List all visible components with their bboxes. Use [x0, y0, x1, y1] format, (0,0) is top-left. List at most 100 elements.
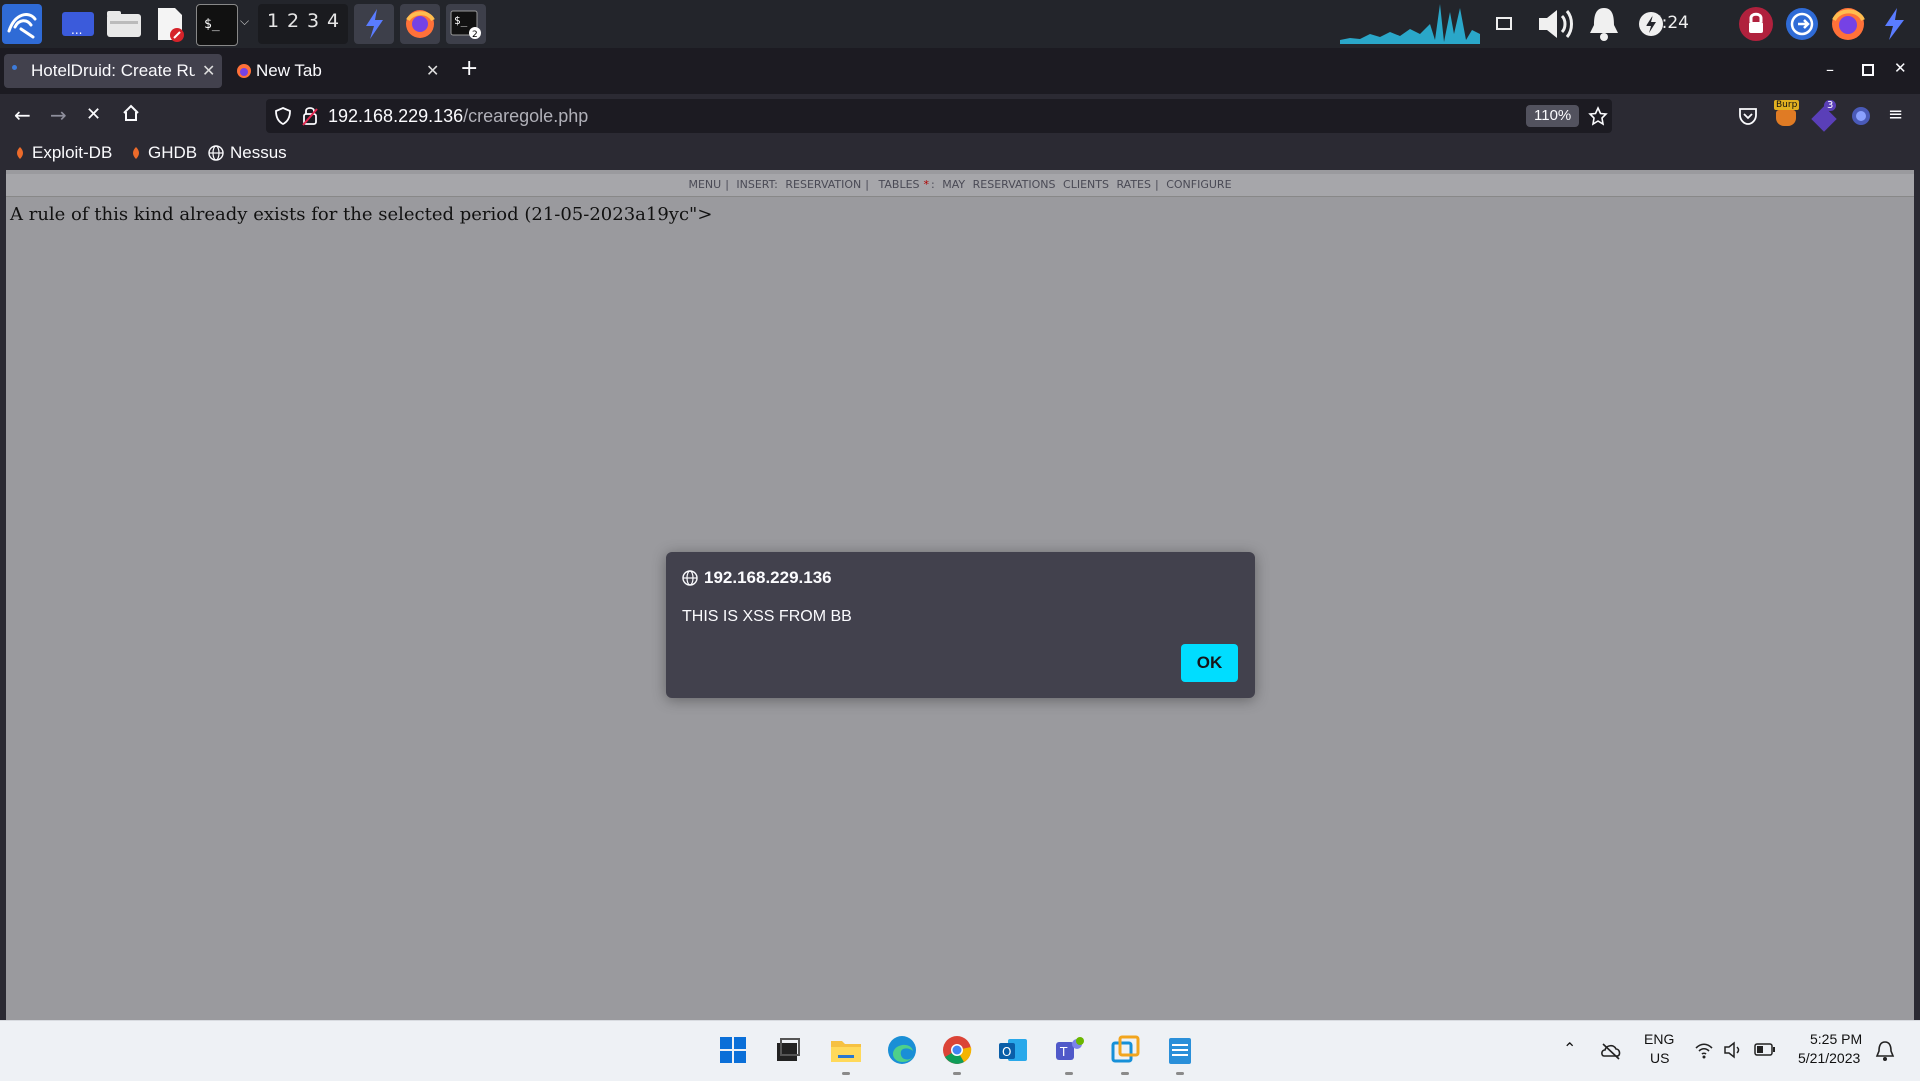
- menu-link[interactable]: MENU: [688, 178, 721, 191]
- teams-icon[interactable]: T: [1052, 1033, 1086, 1067]
- tab-title: HotelDruid: Create Ru: [31, 61, 195, 80]
- url-text[interactable]: 192.168.229.136/crearegole.php: [328, 106, 588, 127]
- browser-tab-strip: HotelDruid: Create Ru ✕ New Tab ✕ + – ✕: [0, 48, 1920, 94]
- chrome-icon[interactable]: [940, 1033, 974, 1067]
- exploit-db-icon: [17, 147, 23, 159]
- terminal-root-icon[interactable]: $_ 2: [446, 4, 486, 44]
- extension-icon[interactable]: 3: [1811, 100, 1838, 132]
- chevron-up-icon[interactable]: ⌃: [1563, 1039, 1576, 1059]
- terminal-icon[interactable]: $_: [196, 4, 238, 46]
- edge-icon[interactable]: [885, 1033, 919, 1067]
- window-minimize-icon[interactable]: –: [1826, 60, 1834, 79]
- url-path: /crearegole.php: [463, 106, 589, 126]
- zoom-level-badge[interactable]: 110%: [1526, 105, 1580, 127]
- chevron-down-icon[interactable]: ⌵: [240, 14, 249, 29]
- notepad-icon[interactable]: [1163, 1033, 1197, 1067]
- remote-desktop-icon[interactable]: [1108, 1033, 1142, 1067]
- taskbar-date[interactable]: 5/21/2023: [1798, 1050, 1860, 1066]
- configure-link[interactable]: CONFIGURE: [1166, 178, 1231, 191]
- tab-close-icon[interactable]: ✕: [202, 61, 215, 81]
- hamburger-menu-icon[interactable]: ≡: [1888, 104, 1903, 125]
- workspace-2[interactable]: 2: [287, 10, 299, 32]
- home-icon[interactable]: [122, 104, 140, 126]
- file-manager-icon[interactable]: [104, 4, 144, 44]
- new-tab-plus-icon[interactable]: +: [460, 56, 478, 81]
- taskbar-time[interactable]: 5:25 PM: [1810, 1031, 1862, 1047]
- file-explorer-icon[interactable]: [829, 1033, 863, 1067]
- running-indicator: [953, 1072, 961, 1075]
- clients-link[interactable]: CLIENTS: [1063, 178, 1109, 191]
- bookmark-exploit-db[interactable]: Exploit-DB: [14, 143, 112, 163]
- reservation-link[interactable]: RESERVATION: [785, 178, 861, 191]
- volume-icon[interactable]: [1534, 0, 1578, 48]
- tables-label: TABLES: [878, 178, 920, 191]
- tables-link[interactable]: TABLES *:: [877, 178, 935, 191]
- window-maximize-icon[interactable]: [1862, 64, 1874, 76]
- running-indicator: [1065, 1072, 1073, 1075]
- workspace-3[interactable]: 3: [307, 10, 319, 32]
- stop-loading-icon[interactable]: ✕: [86, 104, 101, 126]
- notifications-bell-icon[interactable]: [1584, 0, 1624, 48]
- month-link[interactable]: MAY: [942, 178, 965, 191]
- burp-suite-icon[interactable]: [354, 4, 394, 44]
- logout-icon[interactable]: [1782, 0, 1822, 48]
- burp-extension-icon[interactable]: Burp: [1774, 100, 1800, 130]
- tables-marker: *: [923, 178, 930, 191]
- vpn-extension-icon[interactable]: [1850, 105, 1872, 127]
- task-view-icon[interactable]: [771, 1033, 805, 1067]
- forward-arrow-icon[interactable]: →: [50, 104, 67, 126]
- show-desktop-icon[interactable]: ...: [58, 4, 98, 44]
- outlook-icon[interactable]: O: [996, 1033, 1030, 1067]
- bookmark-nessus[interactable]: Nessus: [208, 143, 287, 163]
- onedrive-offline-icon[interactable]: [1600, 1041, 1622, 1061]
- network-graph: [1340, 4, 1480, 44]
- rates-link[interactable]: RATES: [1116, 178, 1151, 191]
- firefox-icon[interactable]: [400, 4, 440, 44]
- back-arrow-icon[interactable]: ←: [14, 104, 31, 126]
- tab-new-tab[interactable]: New Tab ✕: [228, 54, 446, 88]
- running-indicator: [1176, 1072, 1184, 1075]
- workspace-4[interactable]: 4: [327, 10, 339, 32]
- browser-navigation-bar: ← → ✕ 192.168.229.136/crearegole.php 110…: [0, 94, 1920, 138]
- firefox-favicon-icon: [237, 64, 251, 78]
- browser-frame-right: [1914, 170, 1920, 1020]
- battery-icon[interactable]: [1754, 1043, 1776, 1057]
- bookmark-ghdb[interactable]: GHDB: [130, 143, 197, 163]
- alert-message: THIS IS XSS FROM BB: [682, 608, 852, 625]
- running-indicator: [842, 1072, 850, 1075]
- burp-launcher-icon[interactable]: [1874, 0, 1914, 48]
- language-indicator[interactable]: ENG: [1644, 1031, 1674, 1047]
- bookmark-label: Exploit-DB: [32, 143, 113, 162]
- tab-hoteldruid[interactable]: HotelDruid: Create Ru ✕: [4, 54, 222, 88]
- kali-menu-icon[interactable]: [2, 4, 42, 44]
- speaker-icon[interactable]: [1723, 1041, 1743, 1059]
- bookmark-label: GHDB: [148, 143, 198, 162]
- kali-top-panel: ... $_ ⌵ 1 2 3 4 $_ 2 17:24: [0, 0, 1920, 48]
- insecure-lock-icon[interactable]: [302, 106, 318, 126]
- lock-screen-icon[interactable]: [1736, 0, 1776, 48]
- bookmark-star-icon[interactable]: [1588, 106, 1608, 126]
- workspace-1[interactable]: 1: [267, 10, 279, 32]
- url-bar[interactable]: 192.168.229.136/crearegole.php 110%: [266, 99, 1612, 133]
- tab-close-icon[interactable]: ✕: [426, 61, 439, 81]
- start-button-icon[interactable]: [716, 1033, 750, 1067]
- firefox-launcher-icon[interactable]: [1828, 0, 1868, 48]
- globe-icon: [682, 570, 698, 586]
- xss-alert-dialog: 192.168.229.136 THIS IS XSS FROM BB OK: [666, 552, 1255, 698]
- pocket-icon[interactable]: [1738, 106, 1758, 126]
- bookmark-label: Nessus: [230, 143, 287, 162]
- screenshot-icon[interactable]: [1494, 0, 1514, 48]
- reservations-link[interactable]: RESERVATIONS: [973, 178, 1056, 191]
- panel-clock[interactable]: 17:24: [1640, 13, 1689, 33]
- svg-text:2: 2: [472, 30, 478, 39]
- globe-icon: [208, 145, 224, 161]
- ok-button[interactable]: OK: [1181, 644, 1238, 682]
- shield-icon[interactable]: [274, 107, 292, 125]
- wifi-icon[interactable]: [1694, 1041, 1714, 1059]
- notification-bell-icon[interactable]: [1875, 1040, 1895, 1062]
- text-editor-icon[interactable]: [150, 4, 190, 44]
- rule-exists-error: A rule of this kind already exists for t…: [10, 204, 713, 225]
- window-close-icon[interactable]: ✕: [1894, 59, 1907, 77]
- svg-text:...: ...: [71, 23, 82, 37]
- region-indicator[interactable]: US: [1650, 1050, 1669, 1066]
